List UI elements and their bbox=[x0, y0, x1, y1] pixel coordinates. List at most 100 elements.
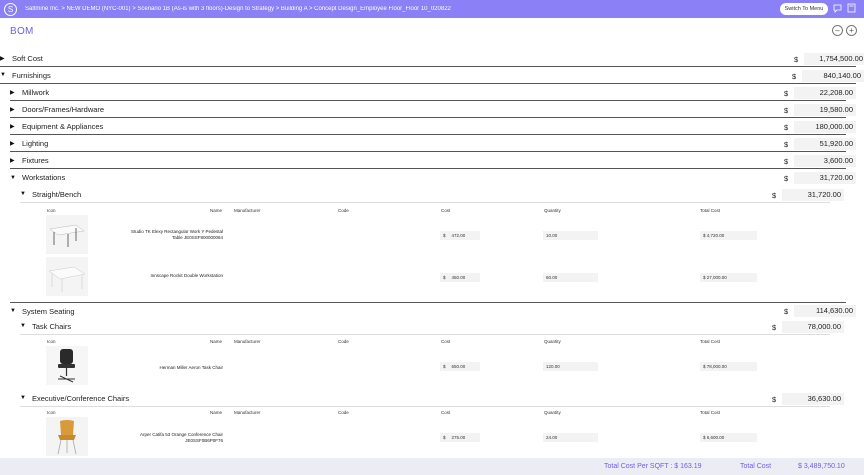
category-cost: $840,140.00 bbox=[792, 70, 864, 82]
group-label: Lighting bbox=[22, 138, 49, 148]
column-header-icon: Icon bbox=[47, 208, 56, 213]
group-label: Equipment & Appliances bbox=[22, 121, 104, 131]
category-label: Furnishings bbox=[12, 70, 51, 80]
group-row-workstations[interactable]: ▼ Workstations bbox=[10, 169, 846, 186]
bom-tree: ▶ Soft Cost $1,754,500.00 ▼ Furnishings … bbox=[0, 42, 864, 458]
column-header-name: Name bbox=[210, 410, 223, 415]
subgroup-label: Task Chairs bbox=[32, 321, 72, 331]
add-button[interactable]: + bbox=[846, 25, 857, 36]
expand-icon[interactable]: ▶ bbox=[10, 157, 16, 164]
column-header-cost: Cost bbox=[441, 410, 451, 415]
group-row-millwork[interactable]: ▶ Millwork bbox=[10, 84, 846, 101]
help-icon[interactable] bbox=[832, 3, 842, 14]
item-total: $ 6,600.00 bbox=[700, 433, 757, 442]
group-row-system-seating[interactable]: ▼ System Seating bbox=[10, 302, 846, 319]
item-quantity-input[interactable]: 120.00 bbox=[543, 362, 598, 371]
group-label: Fixtures bbox=[22, 155, 49, 165]
group-cost: $180,000.00 bbox=[784, 121, 856, 133]
group-cost: $31,720.00 bbox=[784, 172, 856, 184]
group-row-equipment[interactable]: ▶ Equipment & Appliances bbox=[10, 118, 846, 135]
group-label: Workstations bbox=[22, 173, 66, 182]
calculator-icon[interactable] bbox=[846, 3, 856, 14]
column-header-manufacturer: Manufacturer bbox=[234, 410, 261, 415]
category-row-furnishings[interactable]: ▼ Furnishings bbox=[0, 67, 856, 84]
item-quantity-input[interactable]: 10.00 bbox=[543, 231, 598, 240]
group-row-fixtures[interactable]: ▶ Fixtures bbox=[10, 152, 846, 169]
column-header-cost: Cost bbox=[441, 208, 451, 213]
collapse-icon[interactable]: ▼ bbox=[0, 72, 6, 78]
column-header-quantity: Quantity bbox=[544, 208, 561, 213]
subgroup-cost: $78,000.00 bbox=[772, 321, 844, 333]
item-name: Studio TK Elexy Rectangular Work Y Pedes… bbox=[131, 229, 223, 240]
subgroup-cost: $36,630.00 bbox=[772, 393, 844, 405]
expand-icon[interactable]: ▶ bbox=[10, 89, 16, 96]
group-cost: $22,208.00 bbox=[784, 87, 856, 99]
column-header-name: Name bbox=[210, 339, 223, 344]
totals-footer: Total Cost Per SQFT : $ 163.19 Total Cos… bbox=[0, 458, 864, 475]
subgroup-label: Straight/Bench bbox=[32, 189, 82, 199]
collapse-icon[interactable]: ▼ bbox=[10, 308, 16, 314]
collapse-icon[interactable]: ▼ bbox=[20, 191, 26, 197]
column-header-icon: Icon bbox=[47, 339, 56, 344]
subgroup-row-straight-bench[interactable]: ▼ Straight/Bench bbox=[20, 186, 830, 203]
column-header-code: Code bbox=[338, 339, 349, 344]
group-label: Millwork bbox=[22, 87, 50, 97]
column-header-manufacturer: Manufacturer bbox=[234, 339, 261, 344]
column-header-quantity: Quantity bbox=[544, 339, 561, 344]
item-cost-input[interactable]: $275.00 bbox=[440, 433, 480, 442]
product-thumbnail bbox=[46, 346, 88, 385]
expand-icon[interactable]: ▶ bbox=[10, 140, 16, 147]
group-label: System Seating bbox=[22, 306, 75, 316]
page-title: BOM bbox=[10, 26, 34, 37]
cost-per-sqft: Total Cost Per SQFT : $ 163.19 bbox=[604, 463, 702, 470]
app-logo-icon[interactable]: S bbox=[4, 2, 17, 16]
collapse-icon[interactable]: ▼ bbox=[20, 323, 26, 329]
item-name: Herman Miller Aeron Task Chair bbox=[159, 365, 223, 370]
column-header-total: Total Cost bbox=[700, 208, 721, 213]
switch-to-menu-button[interactable]: Switch To Menu bbox=[780, 3, 828, 15]
total-cost-label: Total Cost bbox=[740, 463, 772, 470]
column-header-icon: Icon bbox=[47, 410, 56, 415]
item-quantity-input[interactable]: 24.00 bbox=[543, 433, 598, 442]
product-thumbnail bbox=[46, 417, 88, 456]
column-header-quantity: Quantity bbox=[544, 410, 561, 415]
group-row-doors[interactable]: ▶ Doors/Frames/Hardware bbox=[10, 101, 846, 118]
category-label: Soft Cost bbox=[12, 53, 43, 63]
column-header-cost: Cost bbox=[441, 339, 451, 344]
column-header-code: Code bbox=[338, 208, 349, 213]
top-bar: S Saltmine Inc. > NEW DEMO (NYC-001) > S… bbox=[0, 0, 864, 18]
item-total: $ 27,000.00 bbox=[700, 273, 757, 282]
item-total: $ 4,720.00 bbox=[700, 231, 757, 240]
item-cost-input[interactable]: $650.00 bbox=[440, 362, 480, 371]
breadcrumb[interactable]: Saltmine Inc. > NEW DEMO (NYC-001) > Sce… bbox=[25, 6, 785, 12]
group-cost: $51,920.00 bbox=[784, 138, 856, 150]
item-name: Innscape Rockit Double Workstation bbox=[150, 273, 223, 278]
expand-icon[interactable]: ▶ bbox=[0, 55, 6, 62]
subgroup-row-task-chairs[interactable]: ▼ Task Chairs bbox=[20, 318, 830, 335]
collapse-all-button[interactable]: – bbox=[832, 25, 843, 36]
collapse-icon[interactable]: ▼ bbox=[20, 395, 26, 401]
expand-icon[interactable]: ▶ bbox=[10, 123, 16, 130]
expand-icon[interactable]: ▶ bbox=[10, 106, 16, 113]
column-header-name: Name bbox=[210, 208, 223, 213]
item-cost-input[interactable]: $472.00 bbox=[440, 231, 480, 240]
collapse-icon[interactable]: ▼ bbox=[10, 175, 16, 181]
item-name: Arper Catifa 53 Orange Conference Chair J… bbox=[139, 432, 223, 443]
subgroup-cost: $31,720.00 bbox=[772, 189, 844, 201]
column-header-total: Total Cost bbox=[700, 339, 721, 344]
item-total: $ 78,000.00 bbox=[700, 362, 757, 371]
group-cost: $19,580.00 bbox=[784, 104, 856, 116]
group-label: Doors/Frames/Hardware bbox=[22, 104, 105, 114]
item-cost-input[interactable]: $450.00 bbox=[440, 273, 480, 282]
column-header-manufacturer: Manufacturer bbox=[234, 208, 261, 213]
subgroup-label: Executive/Conference Chairs bbox=[32, 393, 130, 403]
product-thumbnail bbox=[46, 215, 88, 254]
group-row-lighting[interactable]: ▶ Lighting bbox=[10, 135, 846, 152]
group-cost: $114,630.00 bbox=[784, 305, 856, 317]
item-quantity-input[interactable]: 60.00 bbox=[543, 273, 598, 282]
column-header-code: Code bbox=[338, 410, 349, 415]
column-header-total: Total Cost bbox=[700, 410, 721, 415]
subgroup-row-executive-chairs[interactable]: ▼ Executive/Conference Chairs bbox=[20, 390, 830, 407]
category-row-soft-cost[interactable]: ▶ Soft Cost bbox=[0, 50, 856, 67]
product-thumbnail bbox=[46, 257, 88, 296]
